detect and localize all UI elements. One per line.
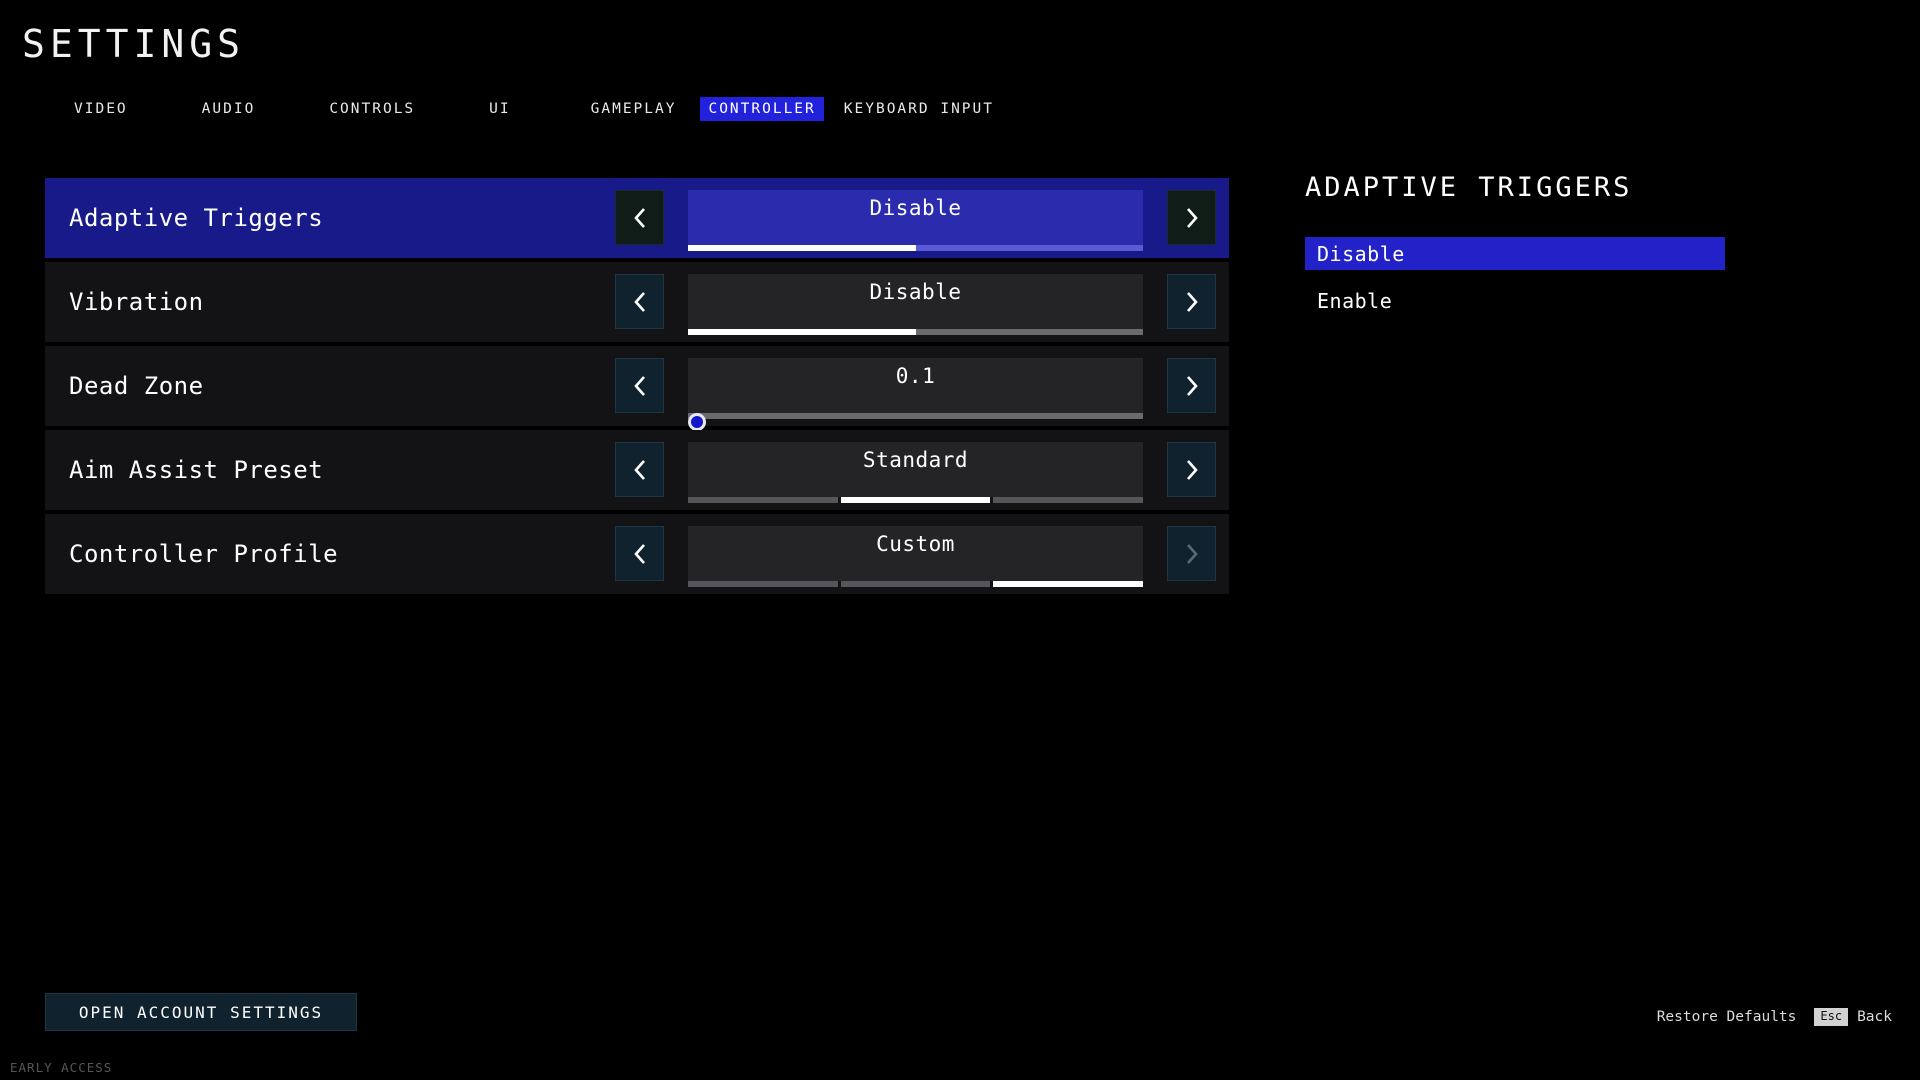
chevron-right-icon[interactable] bbox=[1167, 442, 1216, 497]
value-slider-knob[interactable] bbox=[688, 413, 707, 431]
value-segment bbox=[993, 581, 1144, 587]
tab-keyboard-input[interactable]: KEYBOARD INPUT bbox=[836, 97, 1002, 121]
tab-ui[interactable]: UI bbox=[481, 97, 518, 121]
detail-panel: ADAPTIVE TRIGGERS Disable Enable bbox=[1305, 172, 1725, 331]
value-progress-fill bbox=[688, 329, 916, 335]
setting-value-box[interactable]: Custom bbox=[688, 526, 1144, 587]
setting-value: Standard bbox=[862, 448, 969, 472]
setting-row[interactable]: Vibration Disable bbox=[45, 262, 1229, 342]
setting-value: Disable bbox=[869, 196, 962, 220]
detail-panel-title: ADAPTIVE TRIGGERS bbox=[1305, 172, 1633, 203]
setting-row[interactable]: Dead Zone 0.1 bbox=[45, 346, 1229, 431]
restore-defaults-button[interactable]: Restore Defaults bbox=[1657, 1009, 1797, 1025]
open-account-settings-button[interactable]: OPEN ACCOUNT SETTINGS bbox=[45, 993, 357, 1031]
detail-option[interactable]: Disable bbox=[1305, 237, 1725, 270]
value-segment bbox=[840, 497, 991, 503]
tab-controls[interactable]: CONTROLS bbox=[321, 97, 423, 121]
settings-list: Adaptive Triggers Disable Vibration Disable… bbox=[45, 178, 1229, 598]
setting-value-box[interactable]: Standard bbox=[688, 442, 1144, 503]
setting-control: Custom bbox=[615, 526, 1216, 587]
value-slider-track[interactable] bbox=[688, 413, 1143, 431]
value-segment bbox=[688, 581, 838, 587]
setting-label: Aim Assist Preset bbox=[69, 456, 324, 484]
setting-row[interactable]: Controller Profile Custom bbox=[45, 514, 1229, 594]
value-segment-track bbox=[688, 581, 1144, 587]
value-segment bbox=[840, 581, 991, 587]
back-action[interactable]: Esc Back bbox=[1814, 1008, 1892, 1026]
tab-controller[interactable]: CONTROLLER bbox=[700, 97, 824, 121]
chevron-left-icon[interactable] bbox=[615, 358, 664, 413]
footer-actions: Restore Defaults Esc Back bbox=[1657, 1008, 1892, 1026]
setting-value-box[interactable]: 0.1 bbox=[688, 358, 1143, 431]
setting-value-box[interactable]: Disable bbox=[688, 274, 1143, 335]
setting-control: Disable bbox=[615, 190, 1216, 251]
setting-label: Adaptive Triggers bbox=[69, 204, 324, 232]
value-progress-track bbox=[688, 329, 1143, 335]
setting-value: Custom bbox=[876, 532, 955, 556]
detail-option[interactable]: Enable bbox=[1305, 284, 1725, 317]
tab-audio[interactable]: AUDIO bbox=[194, 97, 264, 121]
chevron-left-icon[interactable] bbox=[615, 274, 664, 329]
chevron-left-icon[interactable] bbox=[615, 190, 664, 245]
chevron-right-icon[interactable] bbox=[1167, 358, 1216, 413]
setting-value: Disable bbox=[869, 280, 962, 304]
detail-options-list: Disable Enable bbox=[1305, 237, 1725, 317]
tab-video[interactable]: VIDEO bbox=[66, 97, 136, 121]
settings-screen: SETTINGS VIDEO AUDIO CONTROLS UI GAMEPLAY CON… bbox=[0, 0, 1920, 1080]
value-progress-track bbox=[688, 245, 1143, 251]
back-label: Back bbox=[1857, 1008, 1892, 1025]
settings-tabs: VIDEO AUDIO CONTROLS UI GAMEPLAY CONTROLLER KE… bbox=[66, 96, 1002, 122]
chevron-left-icon[interactable] bbox=[615, 526, 664, 581]
setting-control: 0.1 bbox=[615, 358, 1216, 431]
setting-label: Dead Zone bbox=[69, 372, 204, 400]
value-segment-track bbox=[688, 497, 1144, 503]
value-segment bbox=[688, 497, 838, 503]
chevron-left-icon[interactable] bbox=[615, 442, 664, 497]
setting-value-box[interactable]: Disable bbox=[688, 190, 1143, 251]
esc-key-icon: Esc bbox=[1814, 1008, 1849, 1026]
chevron-right-icon[interactable] bbox=[1167, 526, 1216, 581]
page-title: SETTINGS bbox=[22, 22, 246, 66]
setting-row[interactable]: Aim Assist Preset Standard bbox=[45, 430, 1229, 510]
setting-control: Standard bbox=[615, 442, 1216, 503]
tab-gameplay[interactable]: GAMEPLAY bbox=[583, 97, 685, 121]
setting-label: Vibration bbox=[69, 288, 204, 316]
setting-label: Controller Profile bbox=[69, 540, 339, 568]
setting-value: 0.1 bbox=[895, 364, 936, 388]
setting-row[interactable]: Adaptive Triggers Disable bbox=[45, 178, 1229, 258]
value-segment bbox=[993, 497, 1144, 503]
early-access-watermark: EARLY ACCESS bbox=[10, 1060, 113, 1075]
chevron-right-icon[interactable] bbox=[1167, 274, 1216, 329]
chevron-right-icon[interactable] bbox=[1167, 190, 1216, 245]
setting-control: Disable bbox=[615, 274, 1216, 335]
value-progress-fill bbox=[688, 245, 916, 251]
